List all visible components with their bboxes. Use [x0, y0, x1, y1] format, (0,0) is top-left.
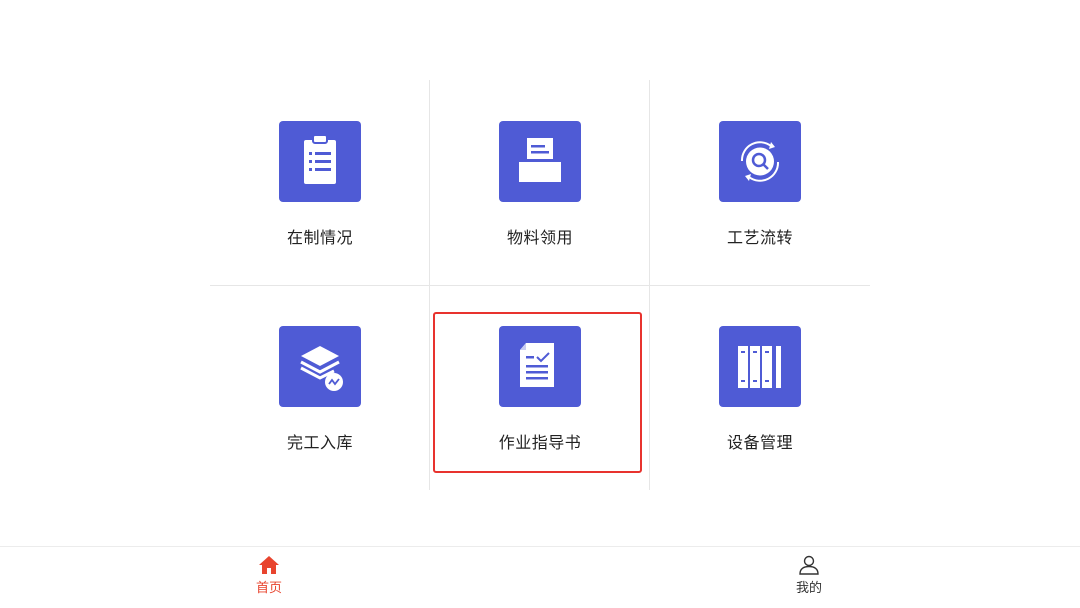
tab-home[interactable]: 首页 [229, 555, 309, 603]
app-page: 在制情况 物料领用 工艺流转 完工入库 作业指导书 设备管理 首页 我的 [0, 0, 1080, 608]
tile-completed-warehousing[interactable]: 完工入库 [210, 285, 430, 490]
tile-label: 设备管理 [726, 433, 793, 452]
binders-icon [719, 326, 801, 407]
tile-process-flow[interactable]: 工艺流转 [650, 80, 870, 285]
tile-work-instructions[interactable]: 作业指导书 [430, 285, 650, 490]
tile-equipment-management[interactable]: 设备管理 [650, 285, 870, 490]
home-icon [259, 556, 279, 574]
tile-label: 完工入库 [286, 433, 353, 452]
printer-tray-icon [499, 121, 581, 202]
tile-label: 物料领用 [506, 228, 573, 247]
tab-mine[interactable]: 我的 [769, 555, 849, 603]
tab-label: 首页 [255, 581, 282, 596]
tile-label: 工艺流转 [726, 228, 793, 247]
bottom-tab-bar: 首页 我的 [0, 546, 1080, 608]
tab-label: 我的 [795, 581, 822, 596]
document-check-icon [499, 326, 581, 407]
rotate-search-icon [719, 121, 801, 202]
clipboard-list-icon [279, 121, 361, 202]
tile-wip-status[interactable]: 在制情况 [210, 80, 430, 285]
tile-label: 作业指导书 [498, 433, 582, 452]
function-grid: 在制情况 物料领用 工艺流转 完工入库 作业指导书 设备管理 [210, 80, 870, 490]
user-icon [799, 555, 819, 575]
layers-stack-icon [279, 326, 361, 407]
tile-material-requisition[interactable]: 物料领用 [430, 80, 650, 285]
tile-label: 在制情况 [286, 228, 353, 247]
